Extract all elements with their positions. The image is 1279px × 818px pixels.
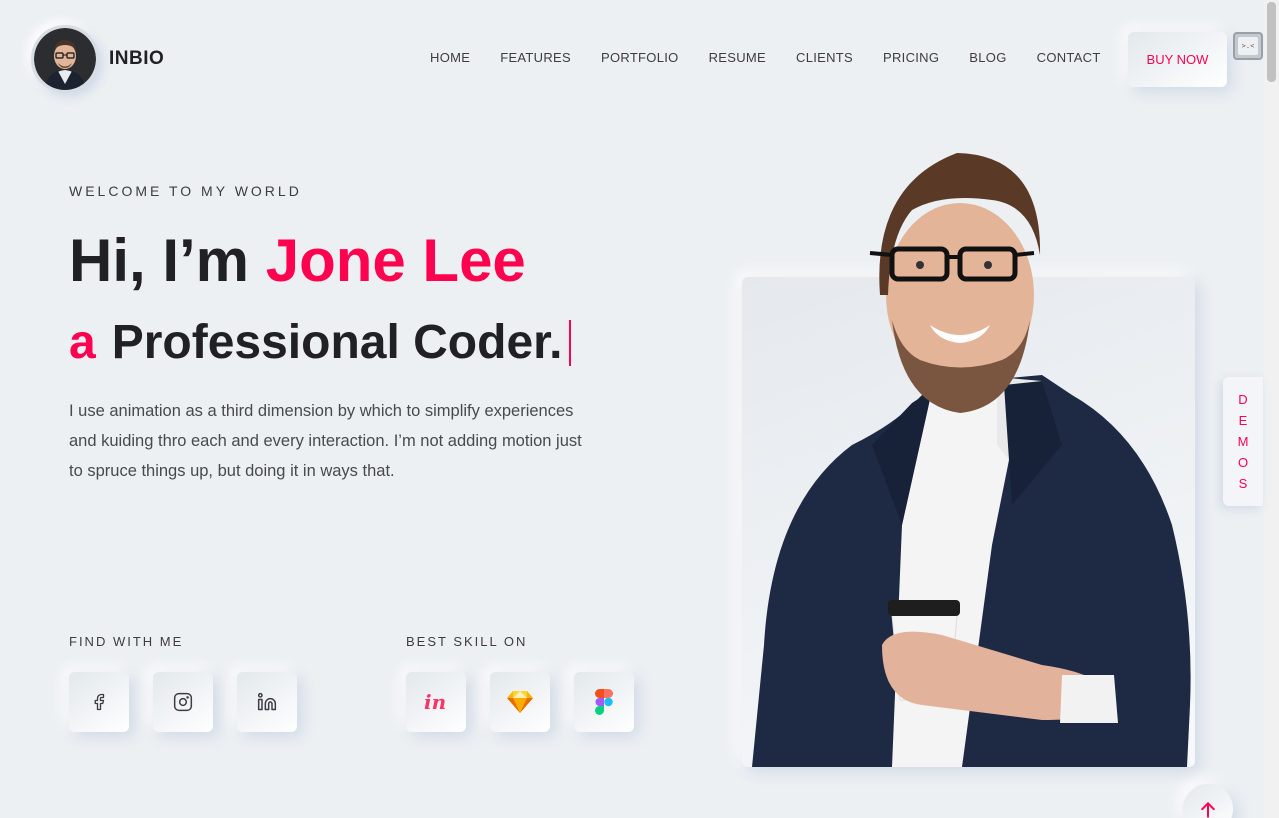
hero-name: Jone Lee — [265, 227, 526, 294]
nav-contact[interactable]: CONTACT — [1022, 50, 1116, 65]
facebook-button[interactable] — [69, 672, 129, 732]
main-nav: HOME FEATURES PORTFOLIO RESUME CLIENTS P… — [415, 50, 1116, 65]
role-text: Professional Coder. — [111, 316, 563, 369]
demos-letter: E — [1238, 413, 1248, 428]
demos-tab[interactable]: D E M O S — [1223, 377, 1263, 506]
typing-cursor — [568, 319, 571, 366]
avatar — [31, 25, 99, 93]
sketch-button[interactable] — [490, 672, 550, 732]
linkedin-icon — [257, 692, 277, 711]
skill-icons: in — [406, 672, 634, 732]
back-to-top-button[interactable] — [1183, 784, 1233, 818]
hero-description: I use animation as a third dimension by … — [69, 402, 582, 480]
demos-letter: D — [1238, 392, 1248, 407]
facebook-icon — [94, 693, 105, 711]
hero-title: Hi, I’m Jone Lee — [69, 226, 526, 295]
sketch-icon — [507, 691, 533, 713]
invision-button[interactable]: in — [406, 672, 466, 732]
nav-blog[interactable]: BLOG — [954, 50, 1021, 65]
nav-pricing[interactable]: PRICING — [868, 50, 954, 65]
nav-portfolio[interactable]: PORTFOLIO — [586, 50, 694, 65]
linkedin-button[interactable] — [237, 672, 297, 732]
welcome-text: WELCOME TO MY WORLD — [69, 183, 302, 199]
nav-features[interactable]: FEATURES — [485, 50, 586, 65]
nav-clients[interactable]: CLIENTS — [781, 50, 868, 65]
brand[interactable]: INBIO — [31, 25, 164, 93]
theme-toggle-button[interactable]: >.< — [1233, 32, 1263, 60]
instagram-button[interactable] — [153, 672, 213, 732]
hero-role: a Professional Coder. — [69, 315, 571, 370]
hero-greeting: Hi, I’m — [69, 227, 266, 294]
arrow-up-icon — [1201, 802, 1215, 818]
figma-icon — [595, 689, 613, 715]
moon-icon: >.< — [1238, 37, 1258, 55]
best-skill-label: BEST SKILL ON — [406, 634, 528, 649]
invision-icon: in — [424, 691, 446, 713]
brand-name: INBIO — [109, 48, 165, 69]
svg-text:in: in — [424, 691, 446, 713]
scrollbar[interactable] — [1264, 0, 1279, 818]
figma-button[interactable] — [574, 672, 634, 732]
demos-letter: O — [1237, 455, 1249, 470]
scrollbar-thumb[interactable] — [1267, 2, 1276, 82]
nav-resume[interactable]: RESUME — [694, 50, 781, 65]
role-prefix: a — [69, 316, 96, 369]
portrait-image — [752, 153, 1191, 767]
find-with-me-label: FIND WITH ME — [69, 634, 184, 649]
instagram-icon — [173, 692, 193, 712]
site-header: INBIO HOME FEATURES PORTFOLIO RESUME CLI… — [0, 0, 1264, 118]
nav-home[interactable]: HOME — [415, 50, 485, 65]
social-links — [69, 672, 297, 732]
demos-letter: S — [1238, 476, 1248, 491]
buy-now-button[interactable]: BUY NOW — [1128, 32, 1227, 87]
demos-letter: M — [1237, 434, 1249, 449]
